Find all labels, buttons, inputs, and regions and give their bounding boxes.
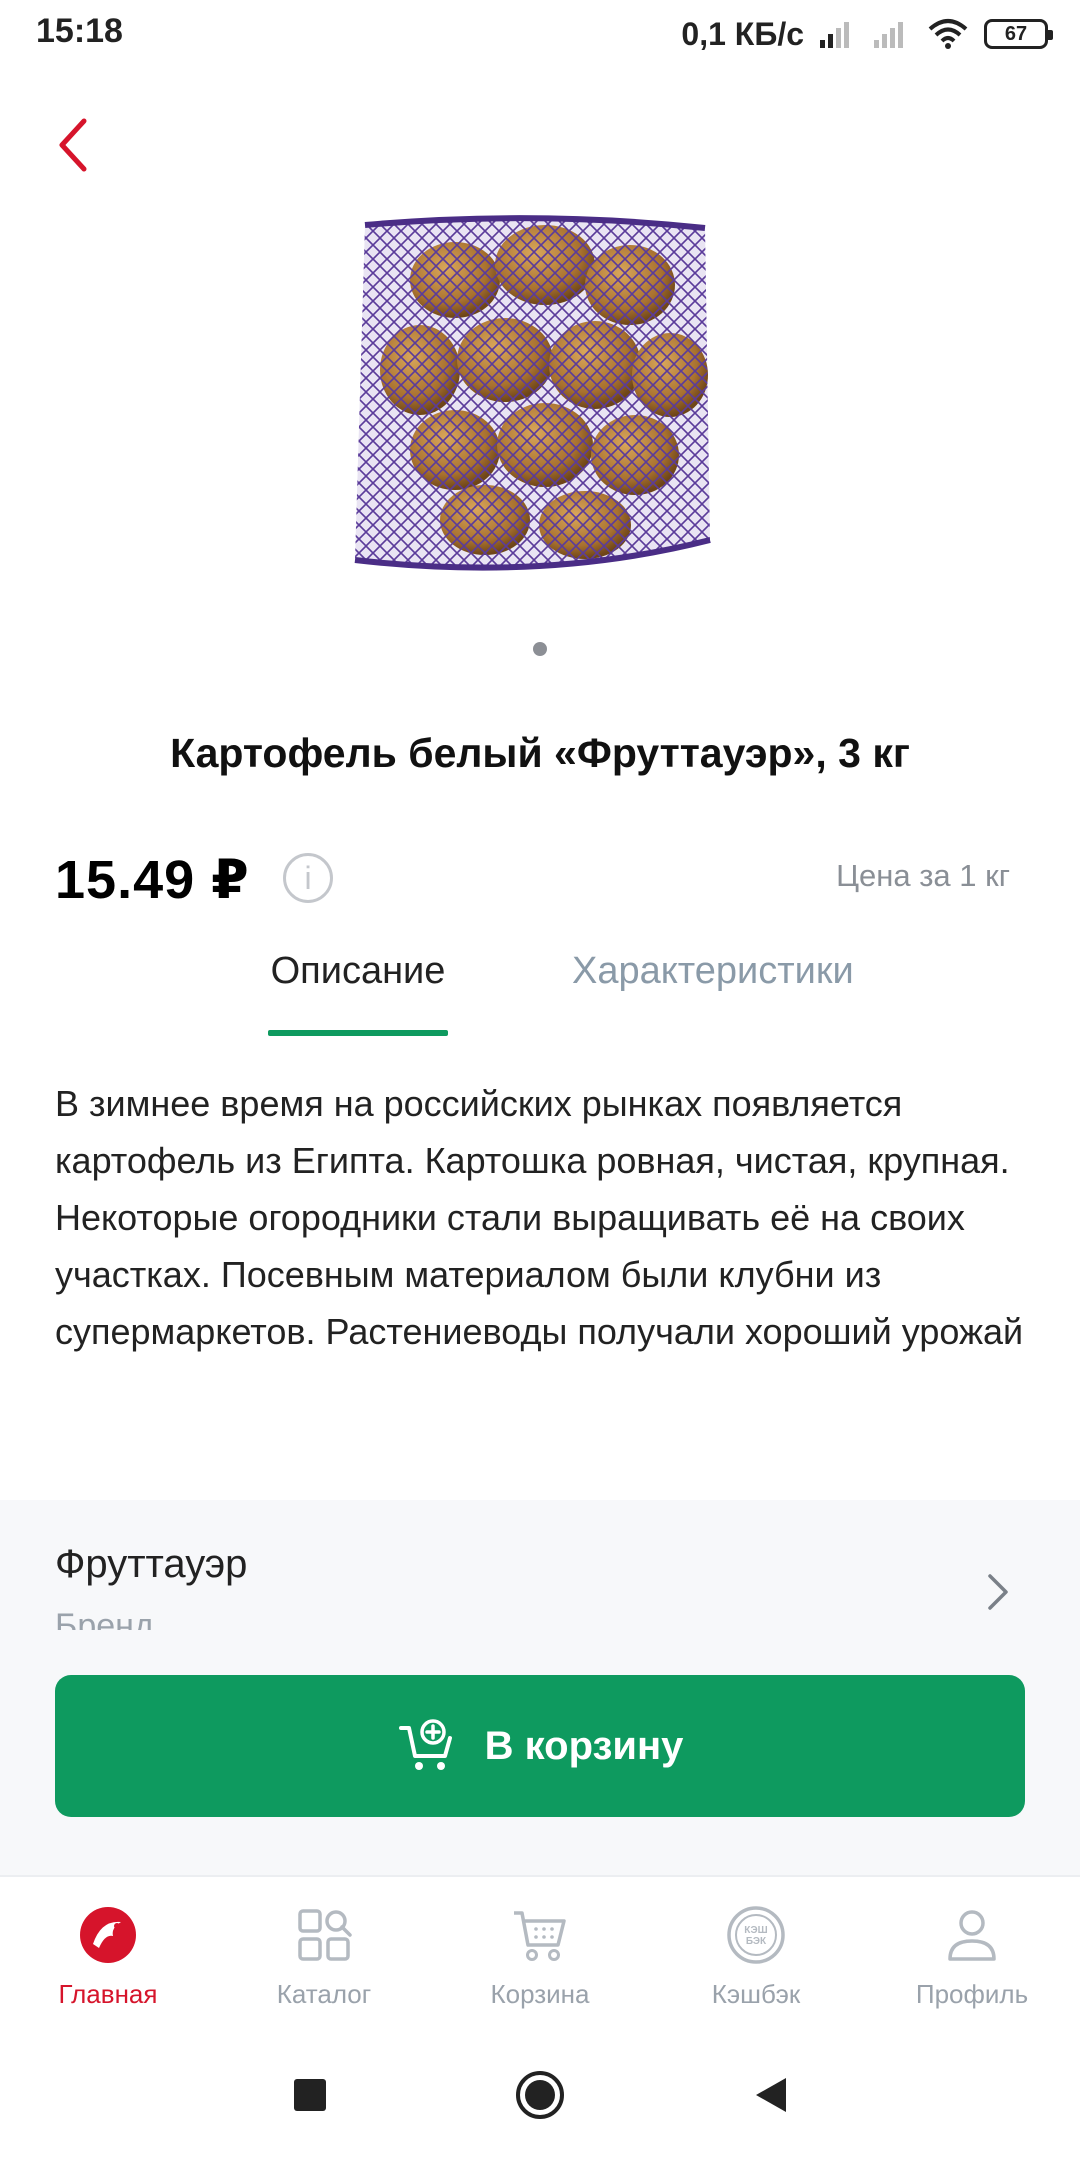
battery-icon: 67 [984, 19, 1053, 49]
price-unit-label: Цена за 1 кг [836, 858, 1010, 893]
nav-cart-label: Корзина [490, 1979, 590, 2009]
wifi-icon [928, 19, 968, 49]
nav-cart[interactable]: Корзина [432, 1877, 648, 2032]
system-nav-bar [0, 2030, 1080, 2160]
brand-name: Фруттауэр [55, 1542, 248, 1586]
network-speed: 0,1 КБ/с [681, 15, 804, 52]
brand-label: Бренд [55, 1607, 154, 1630]
profile-icon [940, 1903, 1004, 1967]
carousel-dot-active[interactable] [533, 642, 547, 656]
nav-catalog[interactable]: Каталог [216, 1877, 432, 2032]
cashback-icon: КЭШ БЭК [724, 1903, 788, 1967]
bottom-nav: Главная Каталог Корзина КЭШ БЭК Кэшбэк П… [0, 1875, 1080, 2032]
triangle-back-icon [756, 2078, 786, 2112]
add-to-cart-button[interactable]: В корзину [55, 1675, 1025, 1817]
catalog-icon [292, 1903, 356, 1967]
chevron-left-icon [59, 118, 87, 172]
recents-button[interactable] [280, 2065, 340, 2125]
product-description: В зимнее время на российских рынках появ… [55, 1083, 1024, 1352]
info-glyph: i [304, 859, 312, 896]
add-to-cart-label: В корзину [484, 1723, 684, 1768]
signal-icon [820, 22, 849, 48]
tab-description[interactable]: Описание [268, 950, 448, 1038]
product-title: Картофель белый «Фруттауэр», 3 кг [170, 730, 910, 776]
nav-home[interactable]: Главная [0, 1877, 216, 2032]
nav-cashback-label: Кэшбэк [711, 1979, 801, 2009]
active-tab-indicator [268, 1030, 448, 1036]
nav-profile[interactable]: Профиль [864, 1877, 1080, 2032]
circle-icon [516, 2071, 564, 2119]
status-time: 15:18 [36, 12, 123, 50]
signal-icon-2 [874, 22, 903, 48]
nav-profile-label: Профиль [915, 1979, 1029, 2009]
status-bar: 15:18 0,1 КБ/с 67 [0, 0, 1080, 70]
info-icon[interactable]: i [283, 853, 333, 903]
nav-cashback[interactable]: КЭШ БЭК Кэшбэк [648, 1877, 864, 2032]
nav-catalog-label: Каталог [276, 1979, 372, 2009]
battery-level: 67 [1004, 22, 1028, 45]
home-button[interactable] [510, 2065, 570, 2125]
potato-bag-image [354, 215, 711, 571]
product-tabs: Описание Характеристики [0, 950, 1080, 1038]
product-image[interactable] [345, 210, 735, 600]
tab-description-label: Описание [270, 950, 446, 992]
status-indicators: 0,1 КБ/с 67 [681, 12, 1053, 56]
svg-text:БЭК: БЭК [746, 1936, 767, 1947]
chevron-right-icon [988, 1574, 1008, 1610]
cart-icon [508, 1903, 572, 1967]
system-back-button[interactable] [740, 2065, 800, 2125]
svg-text:КЭШ: КЭШ [744, 1925, 767, 1936]
tab-characteristics-label: Характеристики [572, 950, 854, 992]
square-icon [294, 2079, 326, 2111]
carousel-dots [0, 642, 1080, 662]
tab-characteristics[interactable]: Характеристики [572, 950, 872, 1038]
nav-home-label: Главная [58, 1979, 158, 2009]
home-logo-icon [76, 1903, 140, 1967]
product-price: 15.49 ₽ [55, 850, 250, 910]
back-button[interactable] [40, 105, 104, 185]
brand-row[interactable]: Фруттауэр Бренд [0, 1500, 1080, 1630]
cart-add-icon [398, 1719, 452, 1770]
